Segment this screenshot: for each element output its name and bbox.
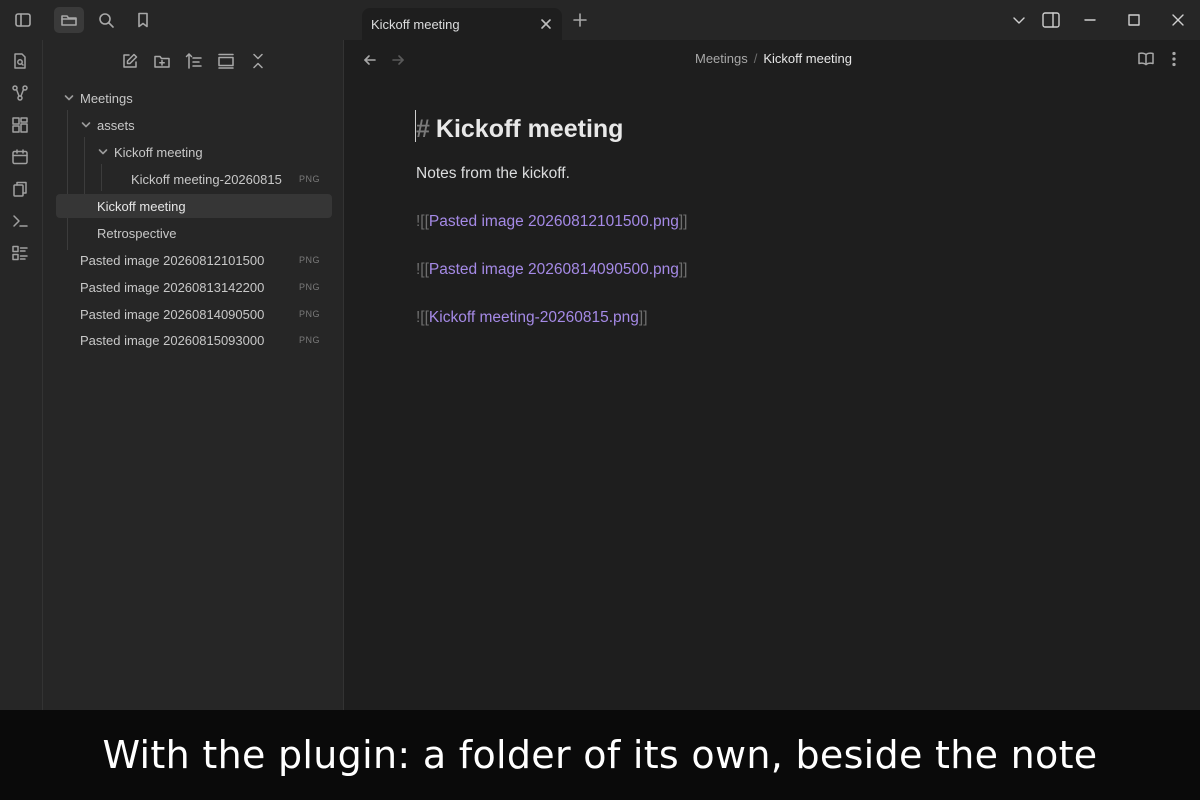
folder-assets[interactable]: assets <box>56 113 332 137</box>
tab-title: Kickoff meeting <box>371 16 460 32</box>
tree-item-label: Kickoff meeting <box>114 144 203 160</box>
file-pasted-image-20260815093000[interactable]: Pasted image 20260815093000 PNG <box>56 328 332 352</box>
tree-item-label: Kickoff meeting <box>97 198 186 214</box>
file-explorer: Meetings assets Kickoff meeting Kickoff … <box>43 40 344 710</box>
search-icon[interactable] <box>91 7 121 33</box>
minimize-icon[interactable] <box>1080 10 1100 30</box>
toggle-left-sidebar-icon[interactable] <box>8 7 38 33</box>
file-pasted-image-20260813142200[interactable]: Pasted image 20260813142200 PNG <box>56 275 332 299</box>
command-palette-icon[interactable] <box>11 212 33 234</box>
breadcrumb: Meetings / Kickoff meeting <box>695 51 852 66</box>
tree-item-label: Pasted image 20260812101500 <box>80 252 265 268</box>
embed-open-marker: ![[ <box>416 213 429 230</box>
caption-text: With the plugin: a folder of its own, be… <box>102 733 1098 777</box>
heading-marker: # <box>416 115 430 143</box>
breadcrumb-separator: / <box>753 51 758 66</box>
heading-text: Kickoff meeting <box>435 115 624 143</box>
sort-order-icon[interactable] <box>185 52 205 72</box>
canvas-icon[interactable] <box>11 116 33 138</box>
tree-item-label: Pasted image 20260815093000 <box>80 332 265 348</box>
new-folder-icon[interactable] <box>153 52 173 72</box>
back-arrow-icon[interactable] <box>362 52 380 70</box>
note-kickoff-meeting[interactable]: Kickoff meeting <box>56 194 332 218</box>
templates-icon[interactable] <box>11 180 33 202</box>
image-embed[interactable]: ![[Kickoff meeting-20260815.png]] <box>416 306 1116 330</box>
forward-arrow-icon[interactable] <box>390 52 408 70</box>
graph-view-icon[interactable] <box>11 84 33 106</box>
quick-switcher-icon[interactable] <box>11 52 33 74</box>
tree-item-label: Kickoff meeting-20260815 <box>131 171 282 187</box>
caption-banner: With the plugin: a folder of its own, be… <box>0 710 1200 800</box>
tree-item-label: Meetings <box>80 90 133 106</box>
note-heading[interactable]: # Kickoff meeting <box>416 110 1116 148</box>
maximize-icon[interactable] <box>1124 10 1144 30</box>
new-tab-icon[interactable] <box>570 10 592 32</box>
file-pasted-image-20260812101500[interactable]: Pasted image 20260812101500 PNG <box>56 248 332 272</box>
file-kickoff-meeting-20260815[interactable]: Kickoff meeting-20260815 PNG <box>56 167 332 191</box>
tree-item-label: Pasted image 20260813142200 <box>80 279 265 295</box>
note-editor[interactable]: # Kickoff meeting Notes from the kickoff.… <box>416 110 1116 330</box>
tab-kickoff-meeting[interactable]: Kickoff meeting <box>362 8 562 40</box>
calendar-icon[interactable] <box>11 148 33 170</box>
file-type-badge: PNG <box>298 255 320 265</box>
folder-kickoff-meeting[interactable]: Kickoff meeting <box>56 140 332 164</box>
close-tab-icon[interactable] <box>538 16 554 32</box>
tree-item-label: Pasted image 20260814090500 <box>80 306 265 322</box>
list-view-icon[interactable] <box>11 244 33 266</box>
file-explorer-actions <box>43 52 344 72</box>
title-bar: Kickoff meeting <box>0 0 1200 40</box>
file-type-badge: PNG <box>298 309 320 319</box>
collapse-all-icon[interactable] <box>249 52 269 72</box>
image-embed[interactable]: ![[Pasted image 20260812101500.png]] <box>416 210 1116 234</box>
tree-item-label: Retrospective <box>97 225 177 241</box>
file-type-badge: PNG <box>298 335 320 345</box>
chevron-down-icon <box>63 92 75 104</box>
note-retrospective[interactable]: Retrospective <box>56 221 332 245</box>
file-type-badge: PNG <box>298 282 320 292</box>
chevron-down-icon <box>97 146 109 158</box>
folder-meetings[interactable]: Meetings <box>56 86 332 110</box>
tree-item-label: assets <box>97 117 135 133</box>
image-embed[interactable]: ![[Pasted image 20260814090500.png]] <box>416 258 1116 282</box>
file-type-badge: PNG <box>298 174 320 184</box>
close-window-icon[interactable] <box>1168 10 1188 30</box>
tab-list-chevron-icon[interactable] <box>1009 10 1029 30</box>
embed-open-marker: ![[ <box>416 261 429 278</box>
chevron-down-icon <box>80 119 92 131</box>
breadcrumb-parent[interactable]: Meetings <box>695 51 748 66</box>
embed-open-marker: ![[ <box>416 309 429 326</box>
reading-view-icon[interactable] <box>1137 50 1157 70</box>
embed-close-marker: ]] <box>678 261 688 278</box>
toggle-right-sidebar-icon[interactable] <box>1041 10 1061 30</box>
breadcrumb-current[interactable]: Kickoff meeting <box>763 51 852 66</box>
more-options-icon[interactable] <box>1165 50 1185 70</box>
new-note-icon[interactable] <box>121 52 141 72</box>
files-icon[interactable] <box>54 7 84 33</box>
editor-pane: Meetings / Kickoff meeting # Kickoff meetin… <box>344 40 1200 710</box>
embed-close-marker: ]] <box>678 213 688 230</box>
note-paragraph[interactable]: Notes from the kickoff. <box>416 162 1116 186</box>
embed-link[interactable]: Kickoff meeting-20260815.png <box>429 309 639 326</box>
auto-reveal-icon[interactable] <box>217 52 237 72</box>
bookmark-icon[interactable] <box>128 7 158 33</box>
embed-close-marker: ]] <box>638 309 648 326</box>
embed-link[interactable]: Pasted image 20260814090500.png <box>429 261 679 278</box>
embed-link[interactable]: Pasted image 20260812101500.png <box>429 213 679 230</box>
ribbon <box>0 40 43 710</box>
file-pasted-image-20260814090500[interactable]: Pasted image 20260814090500 PNG <box>56 302 332 326</box>
